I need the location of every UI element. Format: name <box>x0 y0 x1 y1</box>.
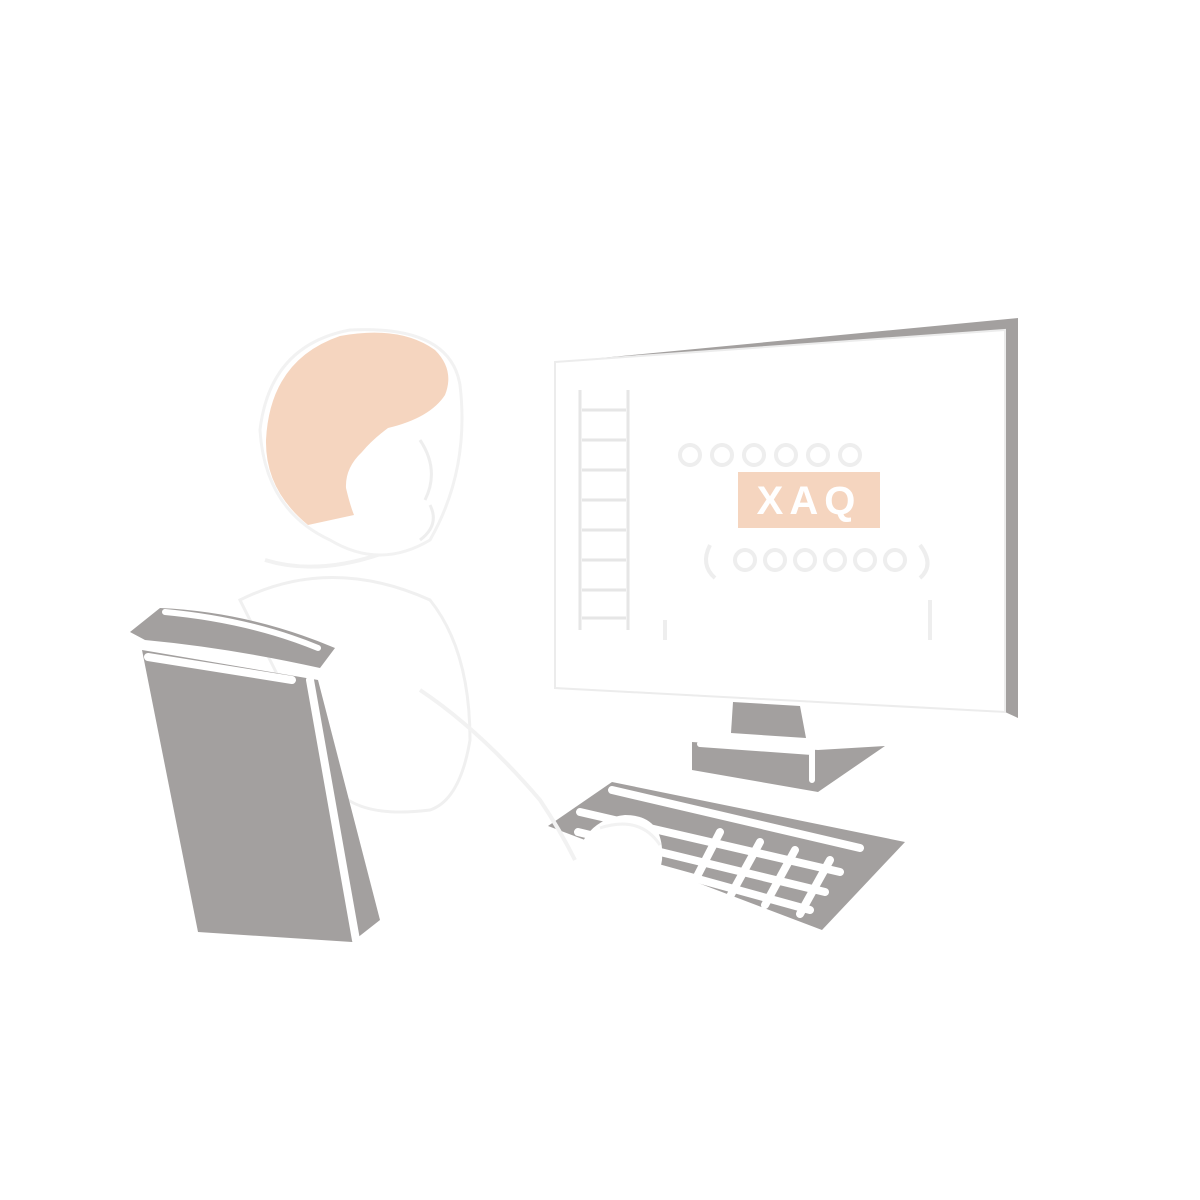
screen-highlight: XAQ <box>738 472 880 528</box>
monitor-neck <box>731 702 806 738</box>
highlight-text: XAQ <box>757 479 862 523</box>
illustration-scene: XAQ <box>0 0 1200 1200</box>
